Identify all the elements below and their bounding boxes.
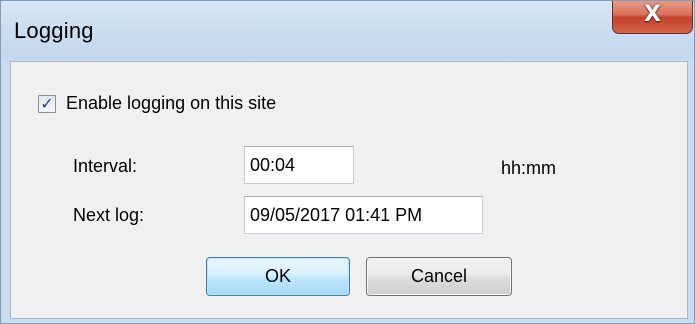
- next-log-label: Next log:: [73, 205, 145, 225]
- interval-input[interactable]: [244, 146, 354, 184]
- ok-button[interactable]: OK: [206, 257, 350, 296]
- interval-label: Interval:: [73, 156, 138, 176]
- dialog-body: ✓ Enable logging on this site Interval: …: [10, 61, 688, 319]
- enable-logging-label[interactable]: Enable logging on this site: [66, 93, 276, 114]
- next-log-input[interactable]: [244, 196, 483, 234]
- checkmark-icon: ✓: [40, 94, 54, 113]
- interval-unit-label: hh:mm: [501, 158, 557, 178]
- title-bar[interactable]: Logging X: [1, 1, 694, 59]
- cancel-button[interactable]: Cancel: [366, 257, 512, 296]
- close-button[interactable]: X: [612, 1, 693, 34]
- close-icon: X: [644, 2, 661, 27]
- window-title: Logging: [14, 18, 94, 43]
- enable-logging-checkbox[interactable]: ✓: [38, 94, 56, 113]
- logging-dialog: Logging X ✓ Enable logging on this site …: [0, 0, 695, 324]
